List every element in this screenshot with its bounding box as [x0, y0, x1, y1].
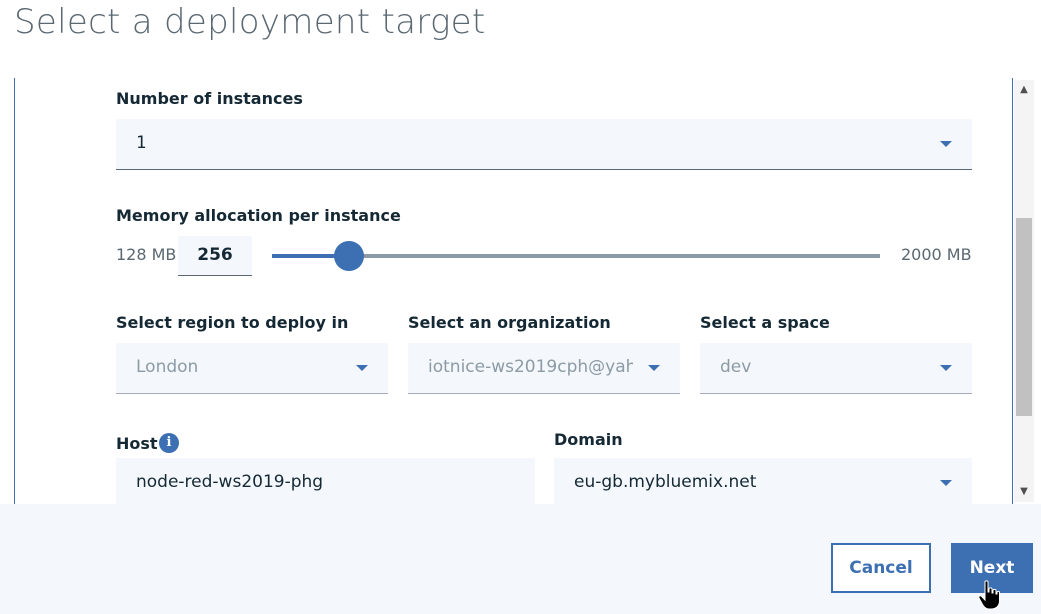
space-value: dev — [720, 357, 752, 377]
instances-label: Number of instances — [116, 89, 303, 108]
region-value: London — [136, 357, 199, 377]
chevron-down-icon — [648, 365, 660, 371]
slider-max-label: 2000 MB — [901, 245, 972, 264]
region-label: Select region to deploy in — [116, 313, 349, 332]
domain-select[interactable]: eu-gb.mybluemix.net — [554, 458, 972, 504]
instances-select[interactable]: 1 — [116, 119, 972, 170]
form-panel: Number of instances 1 Memory allocation … — [14, 78, 1013, 504]
domain-label: Domain — [554, 430, 623, 449]
slider-min-label: 128 MB — [116, 245, 177, 264]
chevron-down-icon — [940, 480, 952, 486]
memory-input[interactable]: 256 — [178, 236, 252, 276]
space-select[interactable]: dev — [700, 343, 972, 394]
domain-value: eu-gb.mybluemix.net — [574, 472, 757, 492]
page-title: Select a deployment target — [14, 2, 486, 42]
cancel-button[interactable]: Cancel — [831, 543, 931, 593]
host-label: Host — [116, 434, 158, 453]
scroll-up-arrow-icon[interactable]: ▲ — [1014, 80, 1034, 100]
memory-label: Memory allocation per instance — [116, 206, 401, 225]
region-select[interactable]: London — [116, 343, 388, 394]
host-value: node-red-ws2019-phg — [136, 472, 324, 492]
host-input[interactable]: node-red-ws2019-phg — [116, 458, 535, 504]
scroll-down-arrow-icon[interactable]: ▼ — [1014, 482, 1034, 502]
scrollbar-thumb[interactable] — [1016, 218, 1032, 416]
scrollbar[interactable]: ▲ ▼ — [1014, 80, 1034, 502]
hand-cursor-icon — [978, 580, 1000, 610]
organization-value: iotnice-ws2019cph@yahc — [428, 357, 633, 377]
chevron-down-icon — [940, 365, 952, 371]
organization-label: Select an organization — [408, 313, 611, 332]
organization-select[interactable]: iotnice-ws2019cph@yahc — [408, 343, 680, 394]
chevron-down-icon — [940, 141, 952, 147]
info-icon[interactable]: i — [159, 433, 179, 453]
instances-value: 1 — [136, 133, 147, 153]
chevron-down-icon — [356, 365, 368, 371]
memory-slider-thumb[interactable] — [333, 241, 364, 271]
modal-footer: Cancel Next — [0, 504, 1041, 614]
space-label: Select a space — [700, 313, 830, 332]
